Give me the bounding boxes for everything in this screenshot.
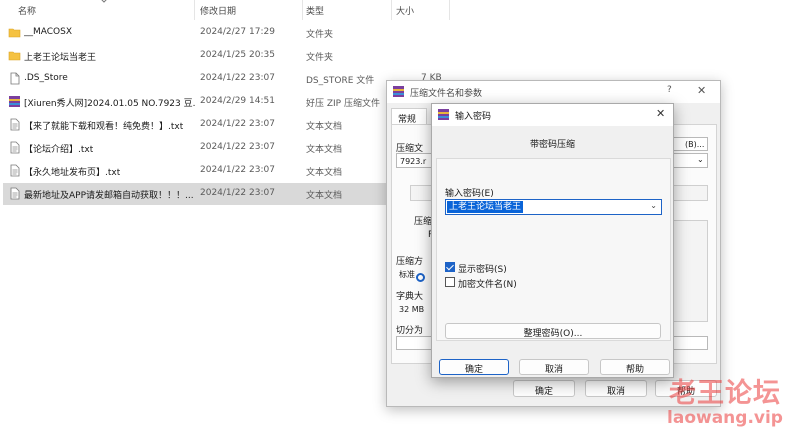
chevron-down-icon[interactable]: ⌄ — [650, 201, 657, 210]
help-button-label: 帮助 — [676, 387, 695, 397]
column-divider[interactable] — [391, 0, 392, 20]
cancel-button-label: 取消 — [606, 387, 625, 397]
file-name: 上老王论坛当老王 — [24, 53, 97, 63]
sort-caret-icon[interactable] — [100, 0, 108, 5]
file-list-header: 名称 修改日期 类型 大小 — [0, 0, 800, 20]
file-row[interactable]: 上老王论坛当老王 2024/1/25 20:35 文件夹 — [3, 45, 450, 67]
archive-dialog-titlebar[interactable]: 压缩文件名和参数 ? ✕ — [387, 81, 720, 103]
column-name[interactable]: 名称 — [18, 4, 36, 17]
file-date: 2024/1/25 20:35 — [200, 50, 275, 60]
file-row[interactable]: [Xiuren秀人网]2024.01.05 NO.7923 豆... 2024/2… — [3, 91, 450, 113]
dict-value: 32 MB — [399, 305, 425, 314]
file-date: 2024/2/27 17:29 — [200, 27, 275, 37]
password-input[interactable]: 上老王论坛当老王 ⌄ — [445, 199, 662, 215]
folder-icon — [8, 26, 21, 39]
file-type: 文件夹 — [306, 30, 334, 40]
show-password-label[interactable]: 显示密码(S) — [458, 262, 507, 275]
encrypt-names-checkbox[interactable] — [445, 277, 455, 287]
file-row[interactable]: 【论坛介绍】.txt 2024/1/22 23:07 文本文档 — [3, 137, 450, 159]
column-divider[interactable] — [449, 0, 450, 20]
help-button[interactable]: 帮助 — [655, 380, 717, 397]
column-divider[interactable] — [194, 0, 195, 20]
file-name: [Xiuren秀人网]2024.01.05 NO.7923 豆... — [24, 99, 196, 109]
password-value: 上老王论坛当老王 — [447, 201, 524, 213]
split-label: 切分为 — [396, 326, 424, 336]
ok-button[interactable]: 确定 — [439, 359, 509, 375]
column-type[interactable]: 类型 — [306, 4, 324, 17]
file-name: .DS_Store — [24, 73, 68, 83]
dict-select[interactable]: 32 MB — [396, 302, 426, 316]
ok-button-label: 确定 — [464, 365, 483, 375]
file-type: 好压 ZIP 压缩文件 — [306, 99, 380, 109]
column-divider[interactable] — [302, 0, 303, 20]
chevron-down-icon: ⌄ — [697, 155, 704, 164]
file-name: 【来了就能下载和观看！纯免费！】.txt — [24, 122, 184, 132]
browse-button-label: (B)... — [685, 140, 705, 149]
file-date: 2024/1/22 23:07 — [200, 188, 275, 198]
file-row[interactable]: 【来了就能下载和观看！纯免费！】.txt 2024/1/22 23:07 文本文档 — [3, 114, 450, 136]
file-row[interactable]: __MACOSX 2024/2/27 17:29 文件夹 — [3, 22, 450, 44]
text-file-icon — [8, 164, 21, 177]
dict-label: 字典大 — [396, 292, 424, 302]
method-select[interactable]: 标准 — [396, 266, 426, 280]
password-dialog-title: 输入密码 — [455, 112, 492, 122]
text-file-icon — [8, 118, 21, 131]
file-date: 2024/1/22 23:07 — [200, 119, 275, 129]
file-name: __MACOSX — [24, 27, 73, 37]
archive-name-value: 7923.r — [400, 157, 427, 166]
file-date: 2024/1/22 23:07 — [200, 73, 275, 83]
archive-icon — [8, 95, 21, 108]
file-type: DS_STORE 文件 — [306, 76, 375, 86]
file-type: 文本文档 — [306, 168, 343, 178]
close-icon[interactable]: ✕ — [656, 107, 665, 120]
ok-button-label: 确定 — [534, 387, 553, 397]
column-date[interactable]: 修改日期 — [200, 4, 236, 17]
help-button[interactable]: 帮助 — [600, 359, 670, 375]
file-type: 文本文档 — [306, 122, 343, 132]
winrar-icon — [393, 86, 404, 97]
column-size[interactable]: 大小 — [396, 4, 414, 17]
file-row[interactable]: 【永久地址发布页】.txt 2024/1/22 23:07 文本文档 — [3, 160, 450, 182]
ok-button[interactable]: 确定 — [513, 380, 575, 397]
encrypt-names-label[interactable]: 加密文件名(N) — [458, 277, 517, 290]
file-name: 最新地址及APP请发邮箱自动获取！！！... — [24, 191, 194, 201]
file-date: 2024/1/22 23:07 — [200, 165, 275, 175]
file-type: 文本文档 — [306, 145, 343, 155]
winrar-icon — [438, 109, 449, 120]
cancel-button-label: 取消 — [544, 365, 563, 375]
help-button-label: 帮助 — [625, 365, 644, 375]
file-row[interactable]: .DS_Store 2024/1/22 23:07 DS_STORE 文件 7 KB — [3, 68, 450, 90]
text-file-icon — [8, 187, 21, 200]
cancel-button[interactable]: 取消 — [585, 380, 647, 397]
text-file-icon — [8, 141, 21, 154]
help-icon[interactable]: ? — [667, 85, 672, 95]
file-name: 【永久地址发布页】.txt — [24, 168, 121, 178]
password-dialog-titlebar[interactable]: 输入密码 ✕ — [432, 104, 673, 126]
method-value: 标准 — [399, 270, 415, 279]
password-dialog-heading: 带密码压缩 — [529, 140, 575, 150]
close-icon[interactable]: ✕ — [697, 84, 706, 97]
file-row[interactable]: 最新地址及APP请发邮箱自动获取！！！... 2024/1/22 23:07 文本文… — [3, 183, 450, 205]
folder-icon — [8, 49, 21, 62]
watermark-url: laowang.vip — [667, 408, 783, 428]
organize-passwords-button[interactable]: 整理密码(O)... — [445, 323, 661, 339]
file-type: 文本文档 — [306, 191, 343, 201]
file-icon — [8, 72, 21, 85]
archive-dialog-title: 压缩文件名和参数 — [410, 89, 483, 99]
show-password-checkbox[interactable] — [445, 262, 455, 272]
file-date: 2024/1/22 23:07 — [200, 142, 275, 152]
tab-general[interactable]: 常规 — [391, 108, 427, 125]
password-label: 输入密码(E) — [445, 189, 494, 199]
password-dialog: 输入密码 ✕ 带密码压缩 输入密码(E) 上老王论坛当老王 ⌄ 显示密码(S) … — [431, 103, 674, 378]
cancel-button[interactable]: 取消 — [519, 359, 589, 375]
file-name: 【论坛介绍】.txt — [24, 145, 94, 155]
organize-passwords-label: 整理密码(O)... — [523, 329, 583, 339]
file-date: 2024/2/29 14:51 — [200, 96, 275, 106]
file-type: 文件夹 — [306, 53, 334, 63]
